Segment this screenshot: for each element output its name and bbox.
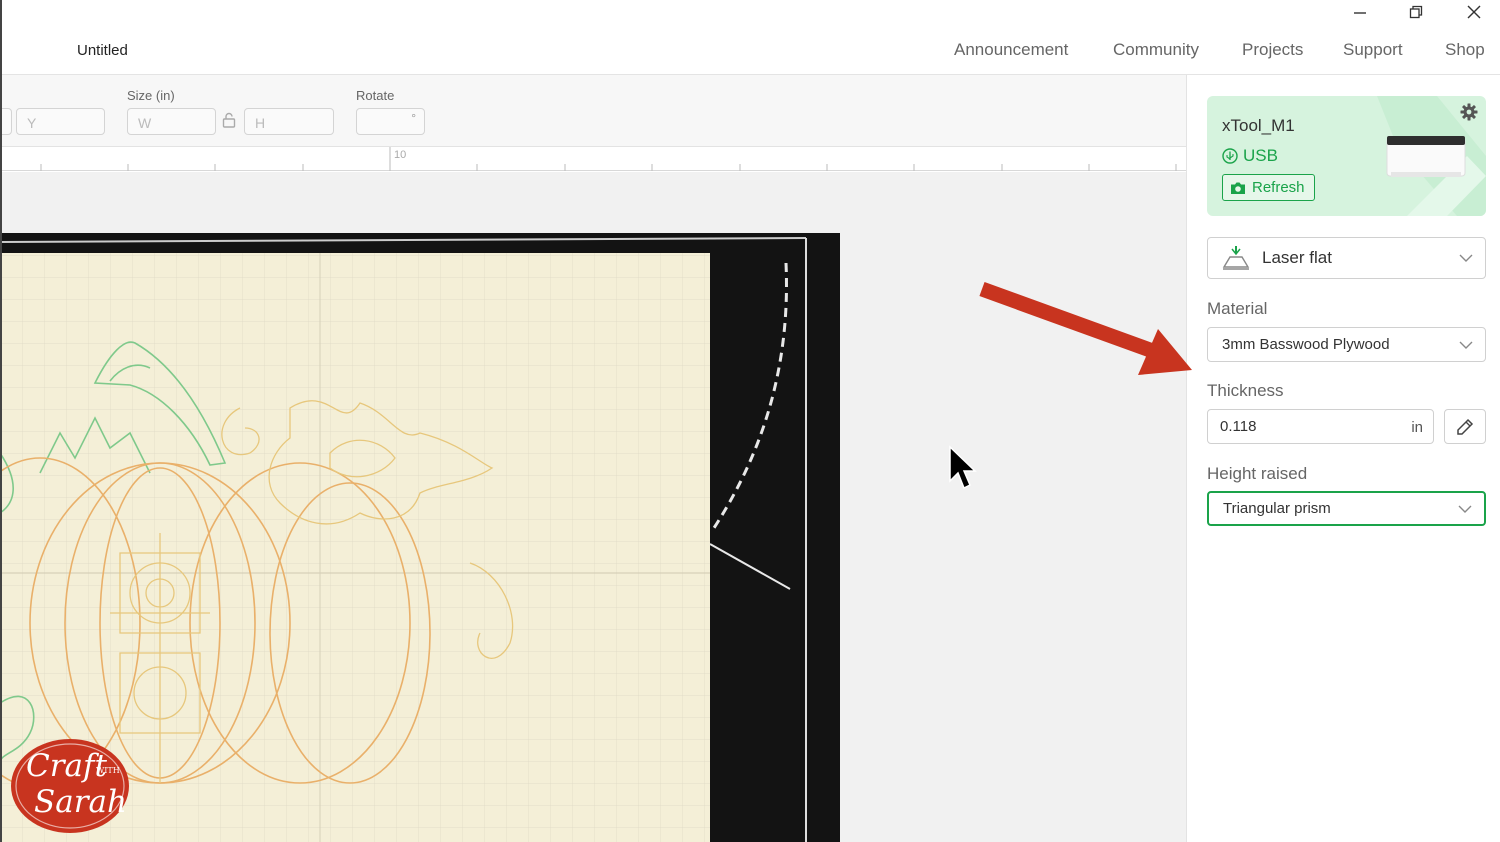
close-icon	[1467, 5, 1481, 19]
document-title: Untitled	[77, 42, 128, 59]
thickness-value: 0.118	[1220, 418, 1257, 435]
camera-icon	[1231, 182, 1245, 194]
restore-icon	[1409, 5, 1423, 19]
restore-button[interactable]	[1396, 0, 1436, 24]
thickness-label: Thickness	[1207, 381, 1284, 400]
craft-with-sarah-logo: Craft WITH Sarah	[10, 738, 130, 834]
nav-projects[interactable]: Projects	[1242, 40, 1303, 60]
processing-mode-value: Laser flat	[1262, 248, 1332, 267]
thickness-input[interactable]: 0.118 in	[1207, 409, 1434, 444]
material-label: Material	[1207, 299, 1268, 318]
aspect-lock-icon[interactable]	[222, 112, 236, 128]
design-canvas[interactable]	[0, 172, 1186, 842]
right-settings-panel: xTool_M1 USB Refresh Laser flat Material…	[1186, 75, 1500, 842]
refresh-label: Refresh	[1252, 179, 1305, 196]
title-bar: Untitled Announcement Community Projects…	[0, 0, 1500, 75]
connection-label: USB	[1243, 146, 1278, 165]
nav-announcement[interactable]: Announcement	[954, 40, 1068, 60]
ruler-ticks	[40, 147, 1177, 171]
processing-mode-select[interactable]: Laser flat	[1207, 237, 1486, 279]
usb-icon	[1222, 148, 1238, 164]
height-raised-label: Height raised	[1207, 464, 1308, 483]
minimize-icon	[1354, 12, 1366, 14]
material-value: 3mm Basswood Plywood	[1222, 336, 1390, 353]
laser-flat-icon	[1222, 246, 1250, 270]
rotate-label: Rotate	[356, 88, 395, 103]
window-left-edge	[0, 0, 2, 842]
material-select[interactable]: 3mm Basswood Plywood	[1207, 327, 1486, 362]
gear-icon[interactable]	[1459, 102, 1479, 122]
minimize-button[interactable]	[1340, 0, 1380, 24]
measure-thickness-button[interactable]	[1444, 409, 1486, 444]
chevron-down-icon	[1459, 341, 1473, 349]
horizontal-ruler: 10	[0, 147, 1186, 171]
height-raised-select[interactable]: Triangular prism	[1207, 491, 1486, 526]
height-input[interactable]: H	[244, 108, 334, 135]
ruler-pencil-icon	[1457, 418, 1474, 435]
property-toolbar: Y Size (in) W H Rotate °	[0, 75, 1186, 147]
machine-image	[1386, 136, 1466, 177]
nav-community[interactable]: Community	[1113, 40, 1199, 60]
connection-status: USB	[1222, 146, 1278, 166]
refresh-button[interactable]: Refresh	[1222, 174, 1315, 201]
chevron-down-icon	[1458, 505, 1472, 513]
rotate-input[interactable]: °	[356, 108, 425, 135]
logo-with: WITH	[96, 766, 120, 775]
nav-support[interactable]: Support	[1343, 40, 1403, 60]
width-input[interactable]: W	[127, 108, 216, 135]
nav-shop[interactable]: Shop	[1445, 40, 1485, 60]
logo-craft: Craft	[26, 748, 107, 784]
position-y-input[interactable]: Y	[16, 108, 105, 135]
height-raised-value: Triangular prism	[1223, 500, 1331, 517]
ruler-label-10: 10	[394, 149, 407, 161]
device-name: xTool_M1	[1222, 116, 1295, 135]
device-card[interactable]: xTool_M1 USB Refresh	[1207, 96, 1486, 216]
chevron-down-icon	[1459, 254, 1473, 262]
degree-symbol: °	[411, 111, 416, 125]
close-button[interactable]	[1454, 0, 1494, 24]
thickness-unit: in	[1411, 419, 1423, 436]
size-label: Size (in)	[127, 88, 175, 103]
logo-sarah: Sarah	[34, 784, 127, 820]
